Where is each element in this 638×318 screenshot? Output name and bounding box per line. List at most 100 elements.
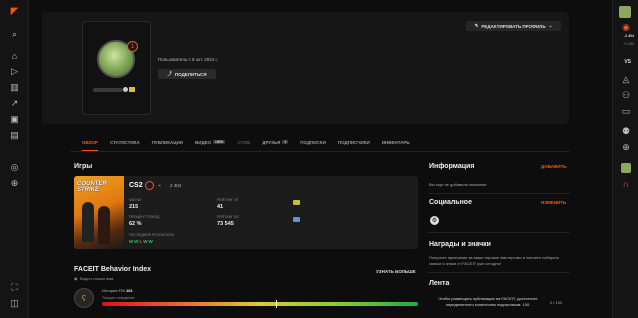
social-title: Социальное: [429, 199, 472, 206]
elo-points: -2 404: [624, 34, 634, 38]
shop-icon[interactable]: ▤: [8, 130, 21, 141]
leaderboard-icon[interactable]: ▥: [8, 82, 21, 93]
edit-profile-button[interactable]: ✎ РЕДАКТИРОВАТЬ ПРОФИЛЬ ⌄: [466, 21, 561, 31]
missions-icon[interactable]: ⛶: [8, 282, 21, 293]
stats-icon[interactable]: ↗: [8, 98, 21, 109]
tab-inventory[interactable]: ИНВЕНТАРЬ: [382, 137, 410, 147]
share-label: ПОДЕЛИТЬСЯ: [174, 71, 207, 77]
divider: [428, 232, 570, 233]
tab-label: ДРУЗЬЯ: [262, 139, 281, 145]
member-since: Пользователь с 8 окт. 2024 г.: [158, 57, 218, 62]
new-badge: NEW: [213, 140, 226, 144]
cover-figure: [98, 206, 110, 244]
result-win: W: [129, 239, 134, 244]
awards-title: Награды и значки: [429, 241, 491, 248]
home-icon[interactable]: ⌂: [8, 50, 21, 61]
info-title: Информация: [429, 163, 475, 170]
bear-icon: ʕ: [74, 288, 94, 308]
tab-video[interactable]: ВИДЕО NEW: [194, 137, 226, 147]
feed-title: Лента: [429, 280, 450, 287]
cs2-cover-image: COUNTER STRIKE: [74, 176, 124, 249]
rank-badge-icon: [293, 200, 300, 205]
winrate-value: 62 %: [129, 221, 142, 227]
share-icon: ⤴: [167, 71, 172, 76]
rating2-value: 73 545: [217, 221, 234, 227]
share-button[interactable]: ⤴ ПОДЕЛИТЬСЯ: [158, 69, 216, 79]
verified-icon: [123, 87, 128, 92]
count-badge: 3: [282, 140, 289, 144]
tab-overview[interactable]: ОБЗОР: [82, 137, 98, 151]
rating2-label: РЕЙТИНГ ВЗ: [217, 215, 239, 219]
bell-icon[interactable]: ◬: [619, 74, 633, 85]
info-text: Вы еще не добавили описание: [429, 182, 487, 187]
result-win: W: [143, 239, 148, 244]
faceit-logo-icon[interactable]: ◤: [8, 6, 21, 17]
briefcase-icon[interactable]: ◫: [8, 298, 21, 309]
search-icon[interactable]: ⌕: [8, 29, 21, 40]
tab-label: ПУБЛИКАЦИИ: [151, 139, 183, 145]
friend-avatar[interactable]: [621, 163, 631, 173]
learn-more-link[interactable]: УЗНАТЬ БОЛЬШЕ: [376, 269, 416, 274]
watch-icon[interactable]: ▣: [8, 114, 21, 125]
friends-icon[interactable]: ⚉: [619, 126, 633, 137]
tab-label: СТИМ: [237, 139, 251, 145]
behavior-marker: [275, 300, 277, 308]
skill-level-icon: ◉: [622, 22, 630, 32]
tab-label: ВИДЕО: [194, 139, 212, 145]
user-avatar[interactable]: [619, 6, 631, 18]
left-sidebar: ◤ ⌕ ⌂ ▷ ▥ ↗ ▣ ▤ ◎ ⊕ ⛶ ◫: [0, 0, 29, 318]
result-win: W: [134, 239, 139, 244]
steam-icon[interactable]: ⚙: [430, 216, 439, 225]
feed-text: Чтобы размещать публикации на FACEIT, до…: [438, 296, 538, 307]
party-icon[interactable]: ⚇: [619, 90, 633, 101]
headset-icon[interactable]: ∩: [619, 178, 633, 189]
recent-results: W W L W W: [129, 239, 153, 244]
rating-label: РЕЙТИНГ 75: [217, 198, 239, 202]
play-icon[interactable]: ▷: [8, 66, 21, 77]
elo-value: 2 404: [170, 183, 182, 188]
clubs-icon[interactable]: ◎: [8, 162, 21, 173]
result-loss: L: [139, 239, 143, 244]
profile-tabs: ОБЗОР СТАТИСТИКА ПУБЛИКАЦИИ ВИДЕО NEW СТИ…: [82, 137, 410, 151]
country-flag-icon: [129, 87, 135, 92]
add-info-button[interactable]: ДОБАВИТЬ: [541, 164, 567, 169]
tab-label: ПОДПИСЧИКИ: [337, 139, 370, 145]
tab-following[interactable]: ПОДПИСКИ: [300, 137, 326, 147]
elo-trend-icon: ⌁: [158, 183, 162, 189]
edit-social-button[interactable]: ИЗМЕНИТЬ: [541, 200, 566, 205]
result-win: W: [148, 239, 153, 244]
add-icon[interactable]: ⊕: [8, 178, 21, 189]
pencil-icon: ✎: [474, 23, 479, 28]
rating-value: 41: [217, 204, 224, 210]
chevron-down-icon: ⌄: [548, 23, 553, 28]
tabs-divider: [70, 151, 570, 152]
divider: [428, 272, 570, 273]
tab-steam[interactable]: СТИМ: [237, 137, 250, 147]
matches-value: 215: [129, 204, 139, 210]
tab-followers[interactable]: ПОДПИСЧИКИ: [338, 137, 370, 147]
behavior-bar: [102, 302, 418, 306]
tab-friends[interactable]: ДРУЗЬЯ 3: [262, 137, 289, 147]
recent-results-label: ПОСЛЕДНИЕ РЕЗУЛЬТАТЫ: [129, 233, 175, 237]
cover-figure: [82, 202, 94, 242]
points-secondary: +1 250: [623, 42, 634, 46]
edit-profile-label: РЕДАКТИРОВАТЬ ПРОФИЛЬ: [481, 23, 546, 29]
cover-title: COUNTER STRIKE: [77, 181, 107, 193]
divider: [428, 193, 570, 194]
tab-label: ПОДПИСКИ: [300, 139, 326, 145]
fbi-history: История FBI 101: [102, 288, 133, 293]
rank-badge-icon: [293, 217, 300, 222]
game-card-cs2[interactable]: COUNTER STRIKE CS2 ⌁ 2 404 МАТЧИ 215 ПРО…: [74, 176, 418, 249]
winrate-label: ПРОЦЕНТ ПОБЕД: [129, 215, 160, 219]
add-friend-icon[interactable]: ⊕: [619, 142, 633, 153]
eye-icon: ◉: [74, 276, 78, 281]
matches-label: МАТЧИ: [129, 198, 141, 202]
tab-stats[interactable]: СТАТИСТИКА: [110, 137, 140, 147]
tab-label: ОБЗОР: [82, 139, 98, 145]
vs-label[interactable]: VS: [624, 59, 631, 65]
avatar-card: 1: [82, 21, 151, 115]
tab-posts[interactable]: ПУБЛИКАЦИИ: [152, 137, 183, 147]
chat-icon[interactable]: ▭: [619, 106, 633, 117]
game-name: CS2: [129, 182, 143, 189]
right-sidebar: ◉ -2 404 +1 250 VS ◬ ⚇ ▭ ⚉ ⊕ ∩: [612, 0, 638, 318]
